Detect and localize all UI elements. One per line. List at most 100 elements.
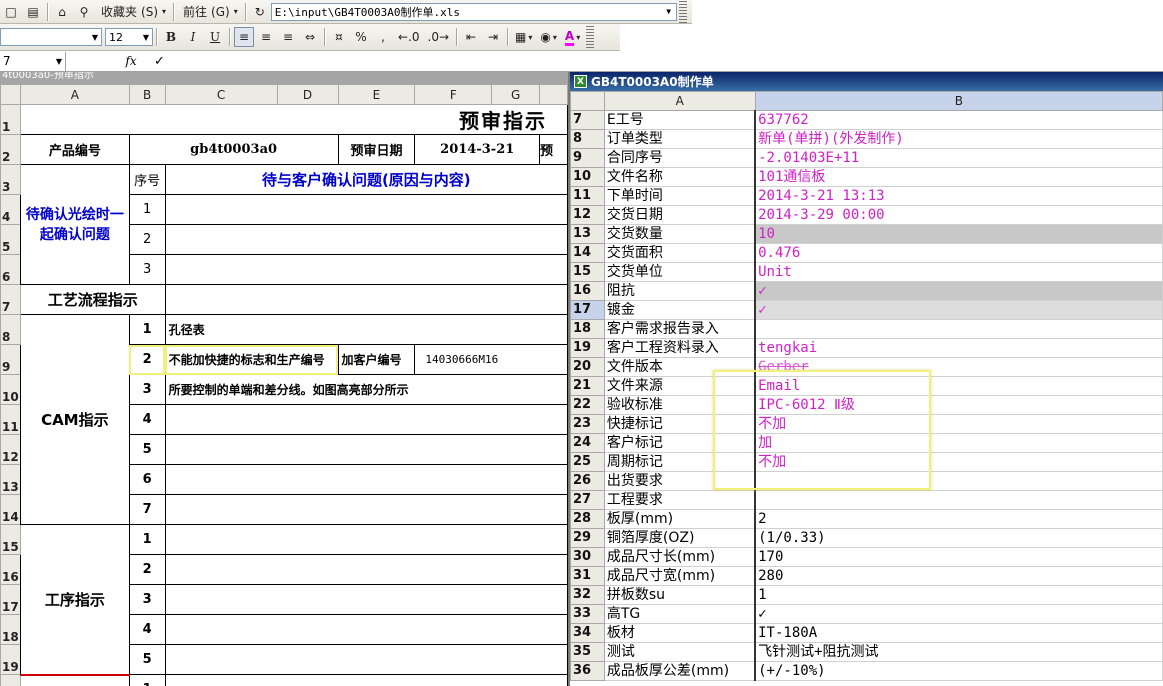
field-label[interactable]: 订单类型	[603, 129, 757, 149]
field-label[interactable]: 高TG	[603, 604, 757, 624]
row-header[interactable]: 23	[570, 414, 605, 434]
chevron-down-icon[interactable]: ▼	[662, 4, 676, 20]
borders-icon[interactable]: ▦ ▾	[512, 27, 535, 47]
cam-code[interactable]: 14030666M16	[414, 344, 568, 375]
row-header[interactable]: 8	[570, 129, 605, 149]
field-value[interactable]: 0.476	[754, 243, 1163, 263]
row-header[interactable]: 17	[0, 584, 21, 615]
process-label[interactable]: 工序指示	[19, 524, 130, 675]
row-header[interactable]: 3	[0, 164, 21, 195]
cam-num[interactable]: 2	[128, 344, 166, 375]
column-header[interactable]: G	[491, 84, 541, 105]
cam-text[interactable]	[164, 464, 568, 495]
function-icon[interactable]: fx	[116, 54, 146, 68]
field-label[interactable]: 下单时间	[603, 186, 757, 206]
cam-text[interactable]	[164, 494, 568, 525]
row-header[interactable]: 16	[570, 281, 605, 301]
cam-num[interactable]: 5	[128, 434, 166, 465]
process-cell[interactable]	[164, 614, 568, 645]
process-cell[interactable]	[164, 554, 568, 585]
row-header[interactable]	[0, 674, 21, 686]
field-label[interactable]: 拼板数su	[603, 585, 757, 605]
row-header[interactable]: 26	[570, 471, 605, 491]
merge-center-icon[interactable]: ⇔	[300, 27, 320, 47]
process-flow-label[interactable]: 工艺流程指示	[19, 284, 166, 315]
column-header[interactable]: E	[337, 84, 416, 105]
row-header[interactable]: 4	[0, 194, 21, 225]
row-header[interactable]: 12	[0, 434, 21, 465]
row-header[interactable]: 1	[0, 104, 21, 135]
field-value[interactable]: 加	[754, 433, 1163, 453]
bold-button[interactable]: B	[161, 27, 181, 47]
process-num[interactable]: 5	[128, 644, 166, 675]
field-value[interactable]: ✓	[754, 604, 1163, 624]
field-label[interactable]: 交货数量	[603, 224, 757, 244]
field-value[interactable]: 2014-3-21 13:13	[754, 186, 1163, 206]
field-value[interactable]: 不加	[754, 452, 1163, 472]
favorites-menu[interactable]: 收藏夹 (S) ▾	[96, 2, 169, 22]
field-label[interactable]: 客户标记	[603, 433, 757, 453]
field-label[interactable]: 客户工程资料录入	[603, 338, 757, 358]
row-header[interactable]: 18	[570, 319, 605, 339]
row-header[interactable]: 19	[570, 338, 605, 358]
confirm-label[interactable]: 待确认光绘时一起确认问题	[19, 164, 130, 285]
toolbar-grip[interactable]	[678, 0, 687, 23]
field-label[interactable]: 阻抗	[603, 281, 757, 301]
field-label[interactable]: 成品尺寸宽(mm)	[603, 566, 757, 586]
row-header[interactable]: 13	[570, 224, 605, 244]
formula-content[interactable]: ✓	[146, 54, 165, 69]
row-header[interactable]: 19	[0, 644, 21, 675]
field-value[interactable]: 不加	[754, 414, 1163, 434]
process-cell[interactable]	[164, 524, 568, 555]
font-name-select[interactable]: ▼	[0, 28, 102, 46]
row-header[interactable]: 9	[570, 148, 605, 168]
column-header[interactable]: F	[414, 84, 493, 105]
select-all-corner[interactable]	[570, 91, 605, 111]
row-header[interactable]: 12	[570, 205, 605, 225]
row-header[interactable]: 30	[570, 547, 605, 567]
column-header[interactable]: A	[603, 91, 756, 111]
field-value[interactable]: 101通信板	[754, 167, 1163, 187]
home-icon[interactable]: ⌂	[52, 2, 72, 22]
row-header[interactable]: 7	[570, 110, 605, 130]
row-header[interactable]: 28	[570, 509, 605, 529]
underline-button[interactable]: U	[205, 27, 225, 47]
process-cell[interactable]	[164, 674, 568, 686]
row-header[interactable]: 14	[0, 494, 21, 525]
refresh-icon[interactable]: ↻	[250, 2, 270, 22]
confirm-num[interactable]: 2	[128, 224, 166, 255]
align-right-icon[interactable]: ≡	[278, 27, 298, 47]
row-header[interactable]: 5	[0, 224, 21, 255]
next-section-cell[interactable]	[19, 673, 130, 686]
field-value[interactable]: 2	[754, 509, 1163, 529]
row-header[interactable]: 9	[0, 344, 21, 375]
process-num[interactable]: 1	[128, 674, 166, 686]
field-value[interactable]	[754, 319, 1163, 339]
row-header[interactable]: 10	[570, 167, 605, 187]
cam-text[interactable]: 不能加快捷的标志和生产编号	[164, 344, 339, 375]
right-window-titlebar[interactable]: X GB4T0003A0制作单	[570, 72, 1163, 91]
field-value[interactable]: 飞针测试+阻抗测试	[754, 642, 1163, 662]
field-label[interactable]: 测试	[603, 642, 757, 662]
cam-text[interactable]	[164, 434, 568, 465]
row-header[interactable]: 11	[0, 404, 21, 435]
column-header[interactable]: B	[128, 84, 166, 105]
comma-button[interactable]: ,	[373, 27, 393, 47]
process-num[interactable]: 2	[128, 554, 166, 585]
field-label[interactable]: 工程要求	[603, 490, 757, 510]
field-label[interactable]: 验收标准	[603, 395, 757, 415]
document-icon[interactable]: ▤	[23, 2, 43, 22]
field-label[interactable]: 铜箔厚度(OZ)	[603, 528, 757, 548]
row-header[interactable]: 31	[570, 566, 605, 586]
row-header[interactable]: 15	[0, 524, 21, 555]
row-header[interactable]: 34	[570, 623, 605, 643]
field-value[interactable]: (+/-10%)	[754, 661, 1163, 681]
chevron-down-icon[interactable]: ▼	[56, 57, 62, 66]
field-label[interactable]: 合同序号	[603, 148, 757, 168]
process-num[interactable]: 4	[128, 614, 166, 645]
row-header[interactable]: 11	[570, 186, 605, 206]
field-label[interactable]: 文件版本	[603, 357, 757, 377]
cam-extra[interactable]: 加客户编号	[337, 344, 416, 375]
column-header[interactable]: D	[276, 84, 339, 105]
row-header[interactable]: 24	[570, 433, 605, 453]
